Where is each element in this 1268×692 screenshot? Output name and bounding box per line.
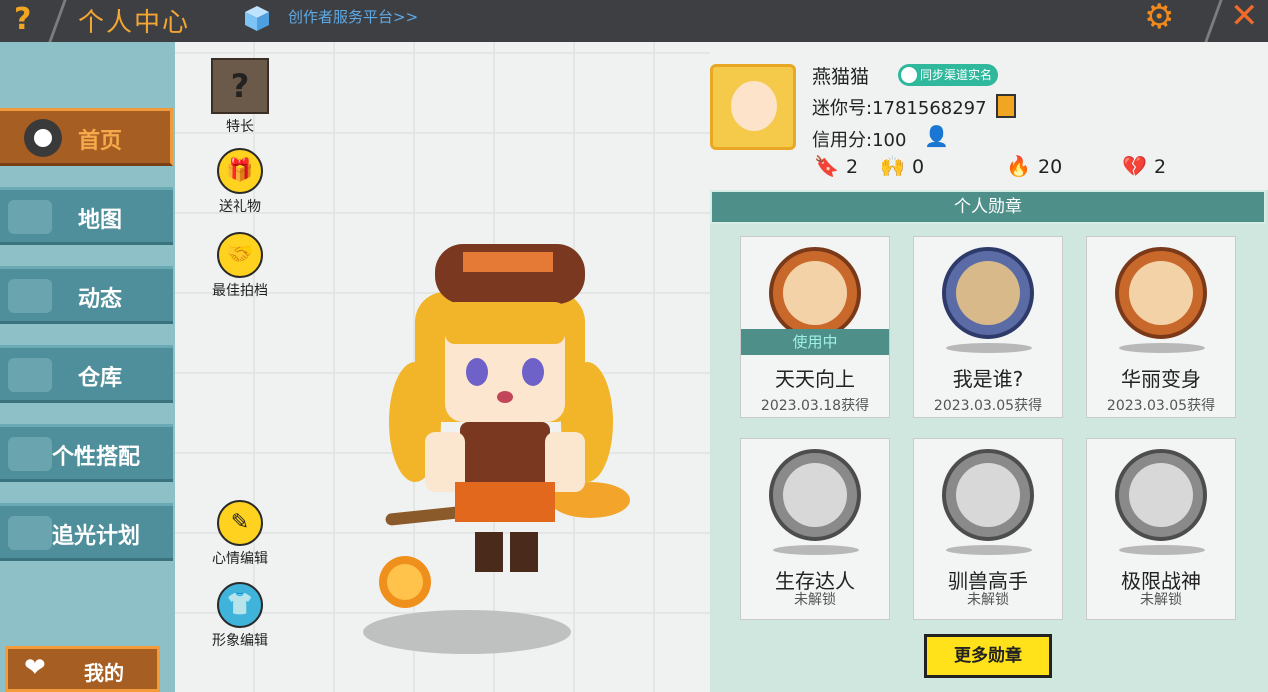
medal-base: [946, 545, 1032, 555]
medal-card[interactable]: 我是谁? 2023.03.05获得: [913, 236, 1063, 418]
handshake-icon: 🤝: [217, 232, 263, 278]
fire-icon: 🔥: [1006, 154, 1031, 178]
bookmark-plus-icon: 🔖: [814, 154, 839, 178]
realname-sync-badge[interactable]: 同步渠道实名: [898, 64, 999, 86]
sidebar-item-light-plan[interactable]: 追光计划: [0, 503, 173, 561]
mine-button[interactable]: ❤ 我的: [5, 646, 160, 692]
medal-name: 我是谁?: [952, 367, 1024, 391]
look-edit-label: 形象编辑: [212, 633, 268, 649]
character-figure[interactable]: [365, 232, 635, 632]
warehouse-icon: [8, 358, 52, 392]
credit-user-icon[interactable]: 👤: [924, 124, 950, 150]
close-icon[interactable]: ✕: [1230, 0, 1259, 36]
look-edit-button[interactable]: 👕 形象编辑: [205, 582, 275, 650]
map-icon: [8, 200, 52, 234]
medal-base: [946, 343, 1032, 353]
mine-label: 我的: [84, 661, 124, 685]
divider: [1204, 0, 1223, 42]
player-name: 燕猫猫: [812, 66, 870, 88]
bell-icon: [8, 279, 52, 313]
medal-panel: 个人勋章 使用中 天天向上 2023.03.18获得 我是谁? 2023.03.…: [710, 190, 1268, 692]
sidebar-item-label: 仓库: [78, 366, 123, 391]
gift-button[interactable]: 🎁 送礼物: [205, 148, 275, 216]
calendar-medal-icon: [769, 247, 861, 339]
best-partner-button[interactable]: 🤝 最佳拍档: [205, 232, 275, 300]
medal-date: 2023.03.05获得: [933, 398, 1043, 414]
medal-card[interactable]: 使用中 天天向上 2023.03.18获得: [740, 236, 890, 418]
sidebar-item-label: 个性搭配: [52, 445, 141, 470]
medal-card[interactable]: 生存达人 未解锁: [740, 438, 890, 620]
settings-gear-icon[interactable]: ⚙: [1144, 0, 1174, 34]
more-medals-button[interactable]: 更多勋章: [924, 634, 1052, 678]
mini-id: 迷你号:1781568297: [812, 98, 987, 119]
medal-date: 2023.03.18获得: [760, 398, 870, 414]
sidebar-item-home[interactable]: 首页: [0, 108, 173, 166]
avatar[interactable]: [710, 64, 796, 150]
stat-fans[interactable]: 🙌 0: [880, 154, 924, 178]
cube-icon: [245, 6, 269, 31]
medal-base: [1119, 545, 1205, 555]
stat-bookmarks[interactable]: 🔖 2: [814, 154, 858, 178]
medal-panel-title: 个人勋章: [710, 190, 1266, 224]
page-title: 个人中心: [78, 8, 191, 38]
mood-edit-label: 心情编辑: [212, 551, 268, 567]
id-card-medal-icon: [942, 247, 1034, 339]
medal-name: 天天向上: [775, 367, 855, 391]
sidebar-item-label: 地图: [78, 208, 123, 233]
sidebar: 首页 地图 动态 仓库 个性搭配 追光计划: [0, 42, 175, 692]
heart-icon: ❤: [24, 653, 46, 683]
sidebar-item-feed[interactable]: 动态: [0, 266, 173, 324]
help-button[interactable]: ?: [14, 2, 31, 37]
medal-lock-status: 未解锁: [1140, 592, 1182, 608]
profile-panel: 燕猫猫 同步渠道实名 迷你号:1781568297 信用分:100 👤 🔖 2 🙌…: [710, 42, 1268, 190]
credit-score: 信用分:100: [812, 130, 907, 151]
sidebar-item-label: 动态: [78, 287, 123, 312]
gift-icon: 🎁: [217, 148, 263, 194]
medal-name: 华丽变身: [1121, 367, 1201, 391]
specialty-label: 特长: [226, 119, 254, 135]
divider: [48, 0, 67, 42]
question-icon: ?: [211, 58, 269, 114]
sidebar-item-warehouse[interactable]: 仓库: [0, 345, 173, 403]
light-icon: [8, 516, 52, 550]
character-stage: ? 特长 🎁 送礼物 🤝 最佳拍档 ✎ 心情编辑 👕 形象编辑: [175, 42, 710, 692]
in-use-label: 使用中: [741, 329, 889, 355]
shirt-icon: 👕: [217, 582, 263, 628]
medal-card[interactable]: 极限战神 未解锁: [1086, 438, 1236, 620]
sidebar-item-outfit[interactable]: 个性搭配: [0, 424, 173, 482]
transform-medal-icon: [1115, 247, 1207, 339]
boss-medal-icon: [1115, 449, 1207, 541]
specialty-button[interactable]: ? 特长: [205, 58, 275, 136]
horse-medal-icon: [942, 449, 1034, 541]
medal-base: [1119, 343, 1205, 353]
stat-popularity[interactable]: 🔥 20: [1006, 154, 1062, 178]
sidebar-item-map[interactable]: 地图: [0, 187, 173, 245]
medal-lock-status: 未解锁: [794, 592, 836, 608]
edit-icon: ✎: [217, 500, 263, 546]
medal-card[interactable]: 华丽变身 2023.03.05获得: [1086, 236, 1236, 418]
toggle-icon: [24, 119, 62, 157]
creator-platform-link[interactable]: 创作者服务平台>>: [288, 6, 418, 27]
fans-icon: 🙌: [880, 154, 905, 178]
top-bar: ? 个人中心 创作者服务平台>> ⚙ ✕: [0, 0, 1268, 42]
medal-base: [773, 545, 859, 555]
best-partner-label: 最佳拍档: [212, 283, 268, 299]
sidebar-item-label: 追光计划: [52, 524, 141, 549]
medal-date: 2023.03.05获得: [1106, 398, 1216, 414]
stat-hearts[interactable]: 💔 2: [1122, 154, 1166, 178]
gift-label: 送礼物: [219, 199, 261, 215]
campfire-medal-icon: [769, 449, 861, 541]
broken-heart-icon: 💔: [1122, 154, 1147, 178]
copy-icon[interactable]: [996, 94, 1016, 118]
medal-card[interactable]: 驯兽高手 未解锁: [913, 438, 1063, 620]
sidebar-item-label: 首页: [78, 129, 123, 154]
medal-lock-status: 未解锁: [967, 592, 1009, 608]
mood-edit-button[interactable]: ✎ 心情编辑: [205, 500, 275, 568]
wardrobe-icon: [8, 437, 52, 471]
